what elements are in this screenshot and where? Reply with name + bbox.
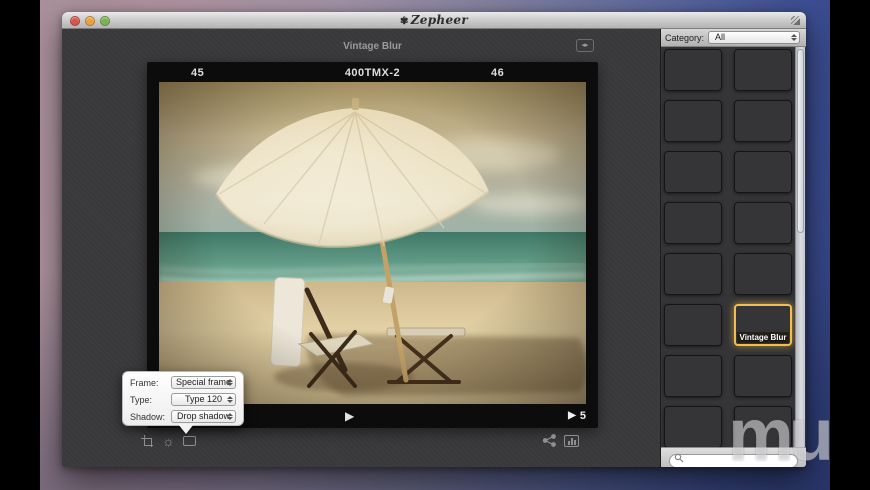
type-option-row: Type: Type 120 (130, 393, 236, 406)
share-icon[interactable] (542, 434, 557, 447)
beach-photo-illustration (159, 82, 586, 404)
desktop-black-strip-left (0, 0, 40, 490)
shadow-dropdown[interactable]: Drop shadow (171, 410, 236, 423)
filters-sidebar: Category: All Vintage Blur (660, 29, 806, 467)
popover-tail (178, 424, 194, 434)
filter-thumb-faded[interactable] (664, 304, 722, 346)
category-label: Category: (665, 32, 705, 43)
search-icon (674, 453, 684, 462)
window-title: ✾ Zepheer (62, 13, 806, 27)
filter-thumb-green-viewfinder[interactable] (664, 202, 722, 244)
filter-thumb-soft-blur[interactable] (734, 406, 792, 448)
counter-play-icon: ▶ (568, 410, 576, 421)
app-logo-icon: ✾ (400, 16, 409, 27)
adjustments-icon[interactable]: ☼ (162, 434, 175, 448)
stepper-icon (226, 378, 233, 387)
frame-dropdown-value: Special frame (175, 377, 232, 387)
frame-option-row: Frame: Special frame (130, 376, 236, 389)
frame-dropdown[interactable]: Special frame (171, 376, 236, 389)
frame-counter[interactable]: ▶ 5 (568, 407, 586, 425)
scrollbar-thumb[interactable] (797, 49, 804, 233)
shadow-label: Shadow: (130, 411, 166, 422)
desktop-black-strip-right (830, 0, 870, 490)
shadow-dropdown-value: Drop shadow (176, 411, 231, 421)
filter-thumb-blue-beach[interactable] (664, 406, 722, 448)
share-toolbar (542, 434, 579, 447)
shadow-option-row: Shadow: Drop shadow (130, 410, 236, 423)
frame-label: Frame: (130, 377, 159, 388)
current-filter-title: Vintage Blur (343, 41, 402, 52)
play-button[interactable]: ▶ (345, 407, 354, 425)
type-dropdown-value: Type 120 (184, 394, 223, 404)
filter-thumb-tv-set[interactable] (734, 202, 792, 244)
frame-options-popover: Frame: Special frame Type: Type 120 Shad… (122, 371, 244, 434)
filter-thumb-thermal[interactable] (734, 253, 792, 295)
filter-thumb-original[interactable] (664, 355, 722, 397)
category-value: All (715, 32, 726, 42)
category-dropdown[interactable]: All (708, 31, 800, 44)
titlebar[interactable]: ✾ Zepheer (62, 12, 806, 29)
filter-thumb-washed-out[interactable] (664, 253, 722, 295)
desktop-wallpaper: ✾Zepheer Vintage Blur ◂▸ 45 400TMX-2 46 (0, 0, 870, 490)
selected-thumb-label: Vintage Blur (737, 332, 789, 343)
photo-preview (159, 82, 586, 404)
filter-thumbnail-grid: Vintage Blur (661, 47, 795, 448)
film-stock-label: 400TMX-2 (344, 67, 401, 79)
histogram-icon[interactable] (564, 434, 579, 447)
filter-thumb-cream-frame[interactable] (664, 151, 722, 193)
sidebar-scrollbar[interactable] (795, 47, 805, 447)
crop-icon[interactable] (141, 434, 154, 448)
filter-thumb-teal-slide[interactable] (734, 49, 792, 91)
filter-thumb-ripple[interactable] (734, 355, 792, 397)
film-frame-number-right: 46 (491, 67, 505, 79)
fullscreen-expand-button[interactable]: ◂▸ (576, 39, 594, 52)
frame-tool-icon[interactable] (182, 436, 196, 446)
filter-thumb-vintage-blur-selected[interactable]: Vintage Blur (734, 304, 792, 346)
edit-toolbar: ☼ (141, 433, 196, 449)
filter-thumb-pink-tint[interactable] (664, 49, 722, 91)
app-window: ✾Zepheer Vintage Blur ◂▸ 45 400TMX-2 46 (62, 12, 806, 467)
stepper-icon (790, 33, 797, 42)
category-bar: Category: All (661, 29, 806, 47)
search-input[interactable] (669, 453, 798, 467)
stepper-icon (226, 395, 233, 404)
search-field-wrap (669, 451, 798, 467)
editor-canvas-area: Vintage Blur ◂▸ 45 400TMX-2 46 ▶ ▶ 5 Fra… (62, 29, 660, 467)
filter-thumb-dark-vintage[interactable] (734, 100, 792, 142)
counter-value: 5 (579, 410, 586, 422)
type-label: Type: (130, 394, 153, 405)
search-bar (661, 447, 806, 467)
filter-thumb-sepia-film[interactable] (664, 100, 722, 142)
type-dropdown[interactable]: Type 120 (171, 393, 236, 406)
resize-icon[interactable] (791, 16, 800, 25)
stepper-icon (226, 412, 233, 421)
filter-thumb-neon-edges[interactable] (734, 151, 792, 193)
app-title-text: Zepheer (410, 13, 468, 27)
